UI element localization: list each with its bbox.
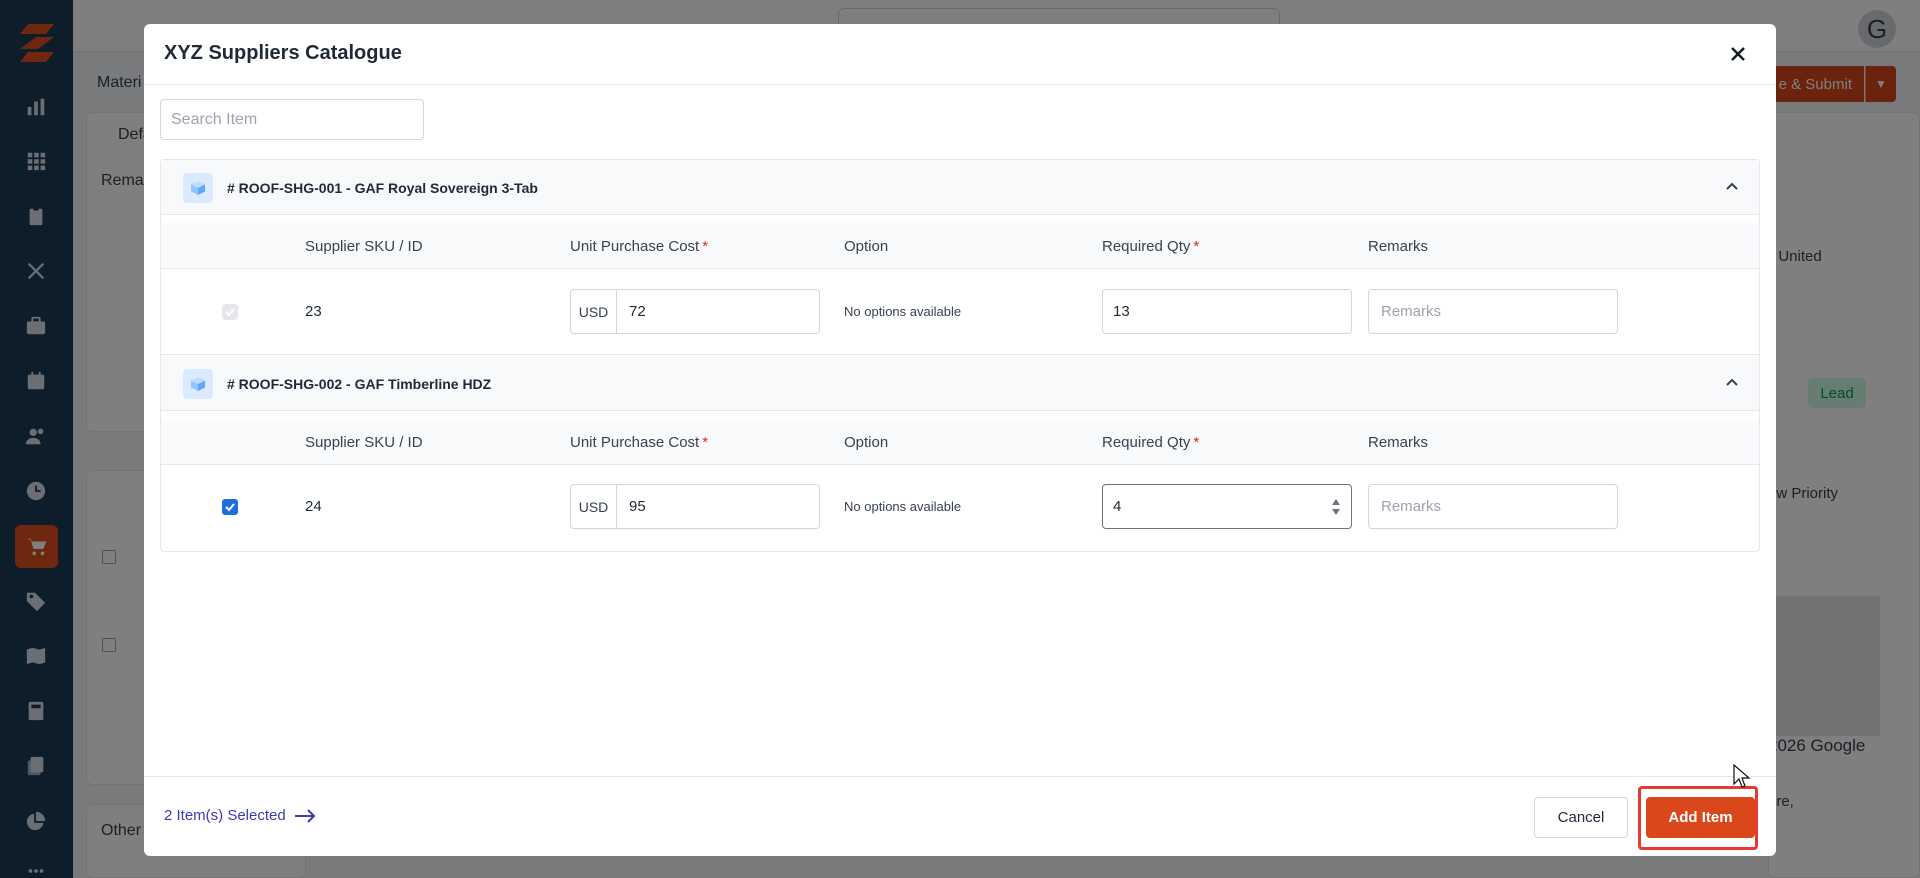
remarks-placeholder: Remarks	[1381, 498, 1442, 515]
required-marker: *	[702, 238, 709, 255]
col-option: Option	[844, 434, 889, 451]
modal-title: XYZ Suppliers Catalogue	[164, 42, 402, 64]
supplier-sku: 23	[305, 303, 322, 320]
add-item-button[interactable]: Add Item	[1646, 797, 1755, 838]
col-option: Option	[844, 238, 889, 255]
unit-cost-input[interactable]: USD 95	[570, 484, 820, 529]
currency-label: USD	[571, 290, 617, 333]
modal-footer: 2 Item(s) Selected Cancel Add Item	[144, 776, 1776, 856]
col-qty-label: Required Qty	[1102, 238, 1191, 255]
item-group-header[interactable]: # ROOF-SHG-001 - GAF Royal Sovereign 3-T…	[161, 160, 1759, 215]
supplier-sku: 24	[305, 498, 322, 515]
modal-header: XYZ Suppliers Catalogue	[144, 24, 1776, 85]
remarks-input[interactable]: Remarks	[1368, 484, 1618, 529]
col-sku: Supplier SKU / ID	[305, 434, 423, 451]
required-marker: *	[1193, 238, 1200, 255]
item-row: 24 USD 95 No options available 4 Remarks	[161, 465, 1759, 551]
qty-value: 13	[1113, 303, 1130, 320]
remarks-placeholder: Remarks	[1381, 303, 1442, 320]
unit-cost-value[interactable]: 72	[617, 290, 819, 333]
col-cost-label: Unit Purchase Cost	[570, 238, 700, 255]
qty-value: 4	[1113, 498, 1122, 515]
cancel-button[interactable]: Cancel	[1534, 797, 1628, 838]
chevron-up-icon[interactable]	[1723, 374, 1741, 392]
required-qty-input[interactable]: 13	[1102, 289, 1352, 334]
col-sku: Supplier SKU / ID	[305, 238, 423, 255]
col-remarks: Remarks	[1368, 238, 1429, 255]
col-cost-label: Unit Purchase Cost	[570, 434, 700, 451]
item-row: 23 USD 72 No options available 13 Remark…	[161, 269, 1759, 355]
col-qty: Required Qty *	[1102, 238, 1199, 255]
col-remarks: Remarks	[1368, 434, 1429, 451]
option-text: No options available	[844, 304, 962, 319]
number-spinner-icon[interactable]	[1331, 497, 1341, 517]
required-qty-input[interactable]: 4	[1102, 484, 1352, 529]
column-header-row: Supplier SKU / ID Unit Purchase Cost * Op…	[161, 419, 1759, 465]
cube-icon	[183, 173, 213, 203]
suppliers-catalogue-modal: XYZ Suppliers Catalogue # ROOF-SHG-001 -…	[144, 24, 1776, 856]
item-group-title: # ROOF-SHG-002 - GAF Timberline HDZ	[227, 376, 492, 392]
remarks-input[interactable]: Remarks	[1368, 289, 1618, 334]
column-header-row: Supplier SKU / ID Unit Purchase Cost * Op…	[161, 223, 1759, 269]
item-group-header[interactable]: # ROOF-SHG-002 - GAF Timberline HDZ	[161, 356, 1759, 411]
items-selected-link[interactable]: 2 Item(s) Selected	[164, 807, 316, 824]
col-cost: Unit Purchase Cost *	[570, 434, 708, 451]
close-icon[interactable]	[1724, 40, 1752, 68]
mouse-cursor-icon	[1733, 764, 1751, 788]
item-list: # ROOF-SHG-001 - GAF Royal Sovereign 3-T…	[160, 159, 1760, 552]
unit-cost-value[interactable]: 95	[617, 485, 819, 528]
col-cost: Unit Purchase Cost *	[570, 238, 708, 255]
cube-icon	[183, 369, 213, 399]
items-selected-text: 2 Item(s) Selected	[164, 807, 286, 824]
required-marker: *	[1193, 434, 1200, 451]
item-group-title: # ROOF-SHG-001 - GAF Royal Sovereign 3-T…	[227, 180, 538, 196]
col-qty-label: Required Qty	[1102, 434, 1191, 451]
option-text: No options available	[844, 499, 962, 514]
search-item-input[interactable]	[160, 99, 424, 140]
currency-label: USD	[571, 485, 617, 528]
row-checkbox[interactable]	[222, 499, 238, 515]
arrow-right-icon	[294, 808, 316, 823]
row-checkbox	[222, 304, 238, 320]
required-marker: *	[702, 434, 709, 451]
chevron-up-icon[interactable]	[1723, 178, 1741, 196]
unit-cost-input[interactable]: USD 72	[570, 289, 820, 334]
col-qty: Required Qty *	[1102, 434, 1199, 451]
